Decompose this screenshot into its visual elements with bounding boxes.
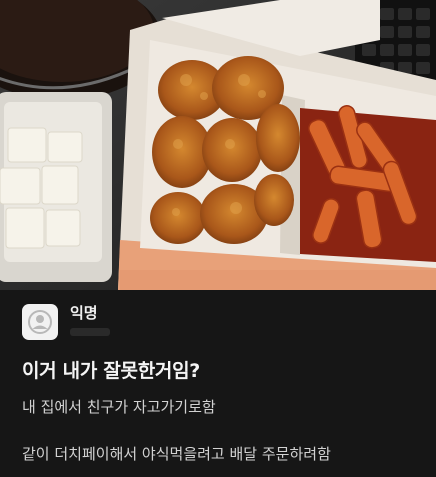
default-profile-icon-glyph bbox=[28, 310, 52, 334]
default-profile-icon[interactable] bbox=[22, 304, 58, 340]
post-body-line: 내 집에서 친구가 자고가기로함 bbox=[22, 398, 216, 416]
author-meta-placeholder bbox=[70, 328, 110, 336]
author-meta: 익명 bbox=[70, 304, 110, 336]
author-row[interactable]: 익명 bbox=[22, 304, 110, 344]
food-photo bbox=[0, 0, 436, 290]
food-photo-illustration bbox=[0, 0, 436, 290]
author-name: 익명 bbox=[70, 304, 98, 322]
post-title: 이거 내가 잘못한거임? bbox=[22, 360, 200, 382]
post-card: 익명 이거 내가 잘못한거임? 내 집에서 친구가 자고가기로함 같이 더치페이… bbox=[0, 290, 436, 477]
post-body-line: 같이 더치페이해서 야식먹을려고 배달 주문하려함 bbox=[22, 445, 331, 463]
